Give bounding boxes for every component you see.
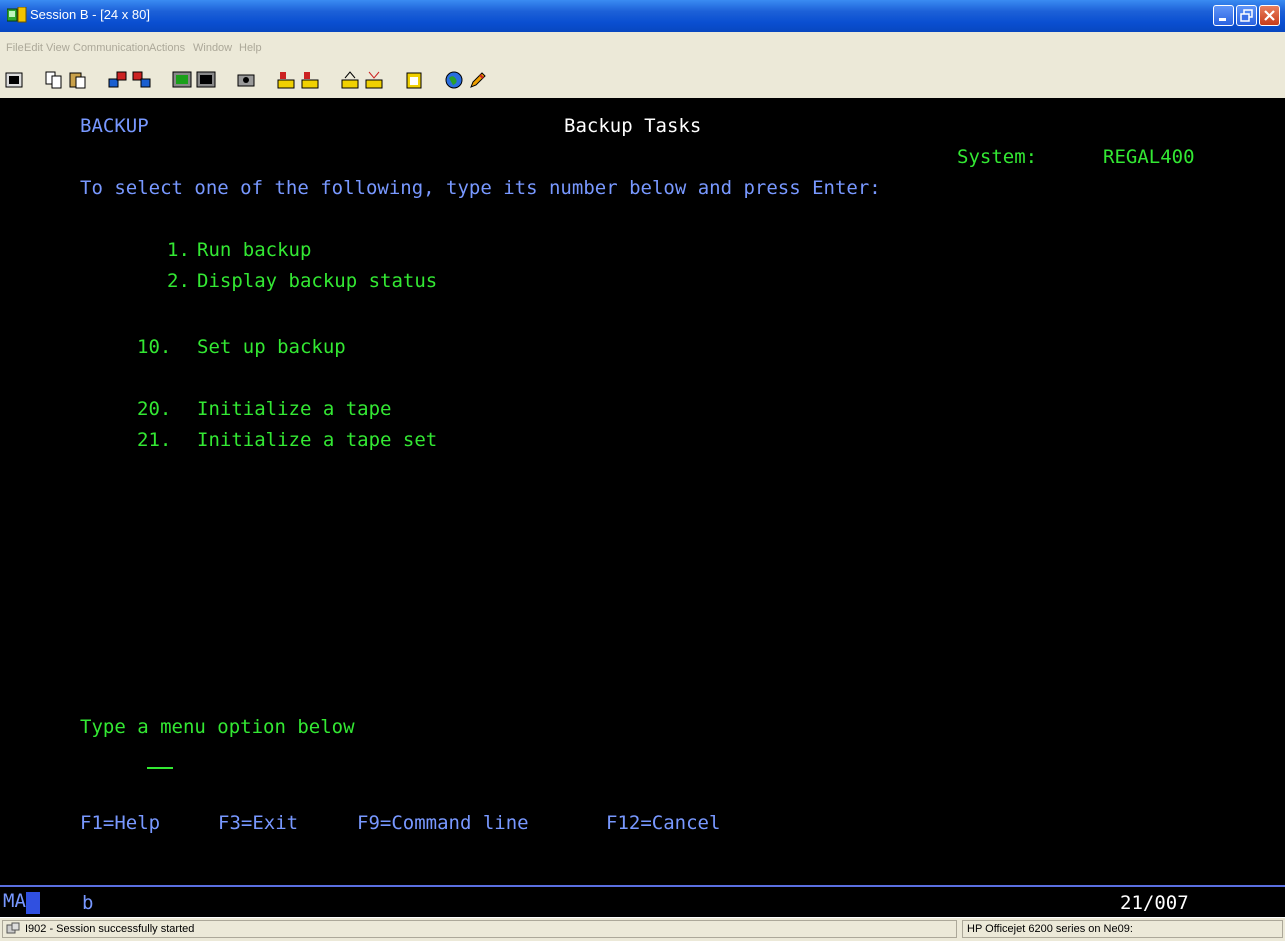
close-button[interactable]: [1259, 5, 1280, 26]
operator-info-area: MA b 21/007: [0, 885, 1285, 917]
send-icon[interactable]: [108, 70, 128, 90]
status-indicator: b: [82, 892, 94, 914]
status-message: I902 - Session successfully started: [25, 923, 195, 935]
option-number: 2.: [167, 270, 190, 292]
printer-name: HP Officejet 6200 series on Ne09:: [967, 923, 1133, 935]
window-title: Session B - [24 x 80]: [30, 7, 150, 22]
f12-cancel-key[interactable]: F12=Cancel: [606, 812, 720, 834]
input-field-underline[interactable]: [147, 767, 173, 769]
restore-icon: [1240, 9, 1253, 22]
menu-communication[interactable]: Communication: [73, 42, 149, 54]
menu-edit[interactable]: Edit: [24, 42, 43, 54]
session-status-icon: [6, 922, 20, 934]
f9-command-line-key[interactable]: F9=Command line: [357, 812, 529, 834]
play-icon[interactable]: [300, 70, 320, 90]
transfer-icon-2[interactable]: [364, 70, 384, 90]
mode-indicator-box: [26, 892, 40, 914]
restore-button[interactable]: [1236, 5, 1257, 26]
option-initialize-tape[interactable]: Initialize a tape: [197, 398, 391, 420]
option-run-backup[interactable]: Run backup: [197, 239, 311, 261]
mode-indicator-text: MA: [3, 890, 26, 912]
mode-indicator: MA: [2, 890, 40, 914]
print-screen-icon[interactable]: [4, 70, 24, 90]
display-icon[interactable]: [172, 70, 192, 90]
option-number: 10.: [137, 336, 172, 358]
f3-exit-key[interactable]: F3=Exit: [218, 812, 298, 834]
prompt-text: Type a menu option below: [80, 716, 355, 738]
system-label: System:: [957, 146, 1038, 168]
menu-file[interactable]: File: [6, 42, 24, 54]
menu-view[interactable]: View: [46, 42, 70, 54]
paste-icon[interactable]: [68, 70, 88, 90]
option-set-up-backup[interactable]: Set up backup: [197, 336, 346, 358]
copy-icon[interactable]: [44, 70, 64, 90]
toolbar: [0, 62, 1285, 99]
option-initialize-tape-set[interactable]: Initialize a tape set: [197, 429, 437, 451]
cursor-position: 21/007: [1120, 892, 1189, 914]
option-number: 20.: [137, 398, 172, 420]
receive-icon[interactable]: [132, 70, 152, 90]
option-number: 21.: [137, 429, 172, 451]
menu-id: BACKUP: [80, 115, 149, 137]
title-bar: Session B - [24 x 80]: [0, 0, 1285, 32]
app-icon: [7, 7, 27, 23]
web-icon[interactable]: [444, 70, 464, 90]
terminal-screen[interactable]: BACKUP Backup Tasks System: REGAL400 To …: [0, 98, 1285, 889]
f1-help-key[interactable]: F1=Help: [80, 812, 160, 834]
status-message-pane: I902 - Session successfully started: [2, 920, 957, 938]
status-bar: I902 - Session successfully started HP O…: [0, 917, 1285, 941]
printer-pane: HP Officejet 6200 series on Ne09:: [962, 920, 1283, 938]
transfer-icon[interactable]: [340, 70, 360, 90]
pencil-icon[interactable]: [468, 70, 488, 90]
menu-actions[interactable]: Actions: [149, 42, 185, 54]
option-number: 1.: [167, 239, 190, 261]
menu-window[interactable]: Window: [193, 42, 232, 54]
menu-bar: File Edit View Communication Actions Win…: [0, 32, 1285, 62]
menu-help[interactable]: Help: [239, 42, 262, 54]
system-name: REGAL400: [1103, 146, 1195, 168]
screen-title: Backup Tasks: [564, 115, 702, 137]
record-icon[interactable]: [276, 70, 296, 90]
option-display-backup-status[interactable]: Display backup status: [197, 270, 437, 292]
clipboard-icon[interactable]: [404, 70, 424, 90]
minimize-icon: [1219, 18, 1226, 21]
macro-icon[interactable]: [236, 70, 256, 90]
keyboard-icon[interactable]: [196, 70, 216, 90]
instruction-text: To select one of the following, type its…: [80, 177, 881, 199]
minimize-button[interactable]: [1213, 5, 1234, 26]
close-icon: [1264, 10, 1275, 21]
